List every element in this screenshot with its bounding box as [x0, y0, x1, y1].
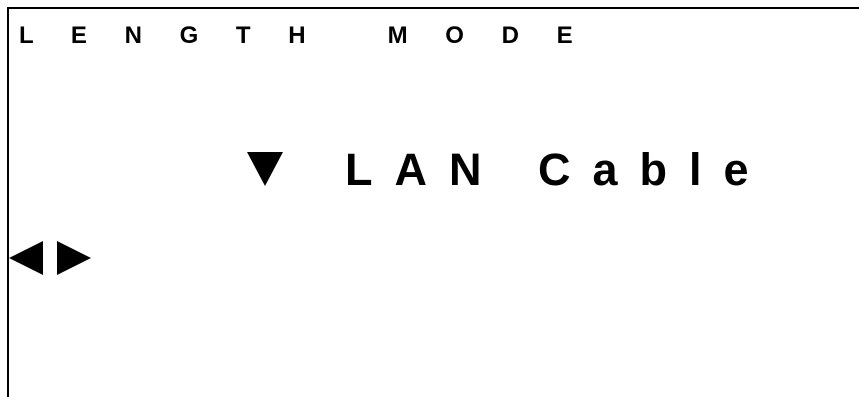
mode-title: L E N G T H M O D E: [19, 22, 589, 49]
navigation-arrows: [9, 241, 91, 275]
mode-selector[interactable]: LAN Cable: [247, 139, 771, 199]
down-triangle-icon: [247, 152, 283, 186]
right-triangle-icon[interactable]: [57, 241, 91, 275]
left-triangle-icon[interactable]: [9, 241, 43, 275]
lcd-screen: L E N G T H M O D E LAN Cable: [7, 7, 859, 397]
selected-cable-type: LAN Cable: [345, 143, 771, 195]
